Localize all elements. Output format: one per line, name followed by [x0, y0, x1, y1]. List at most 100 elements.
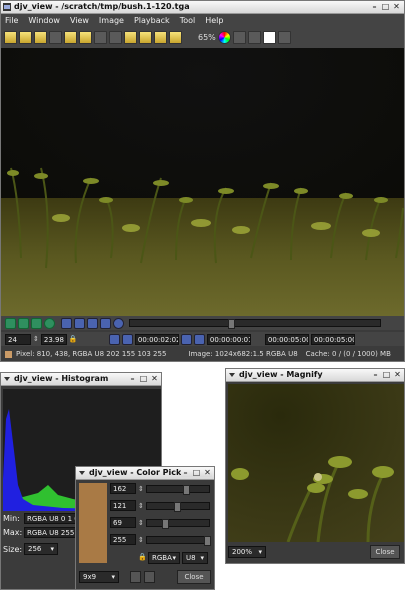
min-label: Min:	[3, 514, 20, 523]
in-point-icon[interactable]	[180, 333, 192, 345]
close-icon[interactable]: ✕	[392, 2, 401, 11]
magnify-close-button[interactable]: Close	[370, 545, 400, 559]
out-point-icon[interactable]	[193, 333, 205, 345]
green-slider-thumb[interactable]	[173, 501, 181, 512]
stepper-icon[interactable]: ⇕	[138, 502, 144, 510]
red-slider-thumb[interactable]	[183, 484, 191, 495]
copy-icon[interactable]	[64, 30, 77, 44]
red-value[interactable]: 162	[110, 483, 136, 494]
color-picker-icon[interactable]	[247, 30, 261, 44]
maximize-icon[interactable]: □	[192, 468, 201, 477]
zoom-in-icon[interactable]	[124, 30, 137, 44]
paste-icon[interactable]	[144, 571, 155, 583]
colorpicker-close-button[interactable]: Close	[177, 570, 211, 584]
frame-stepper-icon[interactable]: ⇕	[33, 335, 39, 343]
timeline-slider[interactable]	[129, 319, 381, 329]
red-slider[interactable]	[145, 484, 210, 495]
magnify-icon[interactable]	[232, 30, 246, 44]
menu-window[interactable]: Window	[28, 16, 60, 25]
close-icon[interactable]: ✕	[393, 370, 402, 379]
maximize-icon[interactable]: □	[139, 374, 148, 383]
histogram-size-row: Size: 256 ▾	[3, 543, 58, 555]
stepper-icon[interactable]: ⇕	[138, 519, 144, 527]
stepper-icon[interactable]: ⇕	[138, 485, 144, 493]
minimize-icon[interactable]: –	[371, 370, 380, 379]
magnify-titlebar[interactable]: djv_view - Magnify – □ ✕	[226, 369, 404, 382]
menu-tool[interactable]: Tool	[180, 16, 196, 25]
minimize-icon[interactable]: –	[128, 374, 137, 383]
image-viewer[interactable]	[1, 48, 404, 316]
stop-icon[interactable]	[18, 317, 29, 329]
window-menu-icon[interactable]	[78, 469, 86, 477]
loop-mode-icon[interactable]	[108, 333, 120, 345]
close-icon[interactable]: ✕	[150, 374, 159, 383]
size-value: 256	[28, 544, 42, 553]
minimize-icon[interactable]: –	[181, 468, 190, 477]
menu-file[interactable]: File	[5, 16, 18, 25]
frame-input[interactable]: 24	[5, 333, 31, 345]
window-menu-icon[interactable]	[3, 375, 11, 383]
menu-help[interactable]: Help	[205, 16, 223, 25]
magnify-zoom-dropdown[interactable]: 200% ▾	[228, 546, 266, 558]
chevron-down-icon: ▾	[50, 544, 54, 553]
histogram-icon[interactable]	[262, 30, 276, 44]
fit-icon[interactable]	[169, 30, 182, 44]
sample-size-dropdown[interactable]: 9x9 ▾	[79, 571, 119, 583]
blue-slider[interactable]	[145, 518, 210, 529]
green-value[interactable]: 121	[110, 500, 136, 511]
menu-view[interactable]: View	[70, 16, 89, 25]
close-window-icon[interactable]	[79, 30, 92, 44]
alpha-slider-thumb[interactable]	[203, 535, 211, 546]
speed-field[interactable]: 23.98	[40, 333, 67, 345]
copy-icon[interactable]	[130, 571, 141, 583]
maximize-icon[interactable]: □	[381, 2, 390, 11]
format-dropdown[interactable]: RGBA ▾	[148, 552, 180, 564]
stepper-icon[interactable]: ⇕	[138, 536, 144, 544]
color-wheel-icon[interactable]	[217, 30, 231, 44]
close-icon[interactable]: ✕	[203, 468, 212, 477]
blue-slider-thumb[interactable]	[162, 518, 170, 529]
window-menu-icon[interactable]	[228, 371, 236, 379]
histogram-titlebar[interactable]: djv_view - Histogram – □ ✕	[1, 373, 161, 386]
lock-icon[interactable]: 🔒	[69, 335, 79, 343]
in-time-field[interactable]: 00:00:00:01	[206, 333, 251, 345]
alpha-slider[interactable]	[145, 535, 211, 546]
duration-field[interactable]: 00:00:05:00	[310, 333, 355, 345]
first-frame-icon[interactable]	[61, 317, 72, 329]
fullscreen-icon[interactable]	[109, 30, 122, 44]
prev-frame-icon[interactable]	[74, 317, 85, 329]
close-file-icon[interactable]	[34, 30, 47, 44]
green-slider[interactable]	[145, 501, 210, 512]
blue-value[interactable]: 69	[110, 517, 136, 528]
minimize-icon[interactable]: –	[370, 2, 379, 11]
last-frame-icon[interactable]	[100, 317, 111, 329]
new-window-icon[interactable]	[49, 30, 62, 44]
zoom-reset-icon[interactable]	[154, 30, 167, 44]
timeline-playhead[interactable]	[228, 319, 235, 329]
main-titlebar[interactable]: djv_view - /scratch/tmp/bush.1-120.tga –…	[1, 1, 404, 14]
open-icon[interactable]	[4, 30, 17, 44]
channel-row: 162 ⇕	[110, 483, 210, 495]
histogram-title: djv_view - Histogram	[14, 374, 109, 383]
maximize-icon[interactable]: □	[382, 370, 391, 379]
fit-window-icon[interactable]	[94, 30, 107, 44]
zoom-value[interactable]: 65%	[198, 33, 216, 42]
play-reverse-icon[interactable]	[5, 317, 16, 329]
next-frame-icon[interactable]	[87, 317, 98, 329]
out-time-field[interactable]: 00:00:05:00	[264, 333, 309, 345]
colorpicker-titlebar[interactable]: djv_view - Color Picker – □ ✕	[76, 467, 214, 480]
frame-options-icon[interactable]	[113, 317, 124, 329]
menu-image[interactable]: Image	[99, 16, 124, 25]
alpha-value[interactable]: 255	[110, 534, 136, 545]
pause-icon[interactable]	[121, 333, 133, 345]
info-icon[interactable]	[277, 30, 291, 44]
current-time-field[interactable]: 00:00:02:02	[134, 333, 179, 345]
loop-icon[interactable]	[44, 317, 55, 329]
size-dropdown[interactable]: 256 ▾	[24, 543, 58, 555]
lock-icon[interactable]: 🔒	[138, 553, 147, 561]
menu-playback[interactable]: Playback	[134, 16, 170, 25]
zoom-out-icon[interactable]	[139, 30, 152, 44]
type-dropdown[interactable]: U8 ▾	[182, 552, 208, 564]
reload-icon[interactable]	[19, 30, 32, 44]
play-forward-icon[interactable]	[31, 317, 42, 329]
